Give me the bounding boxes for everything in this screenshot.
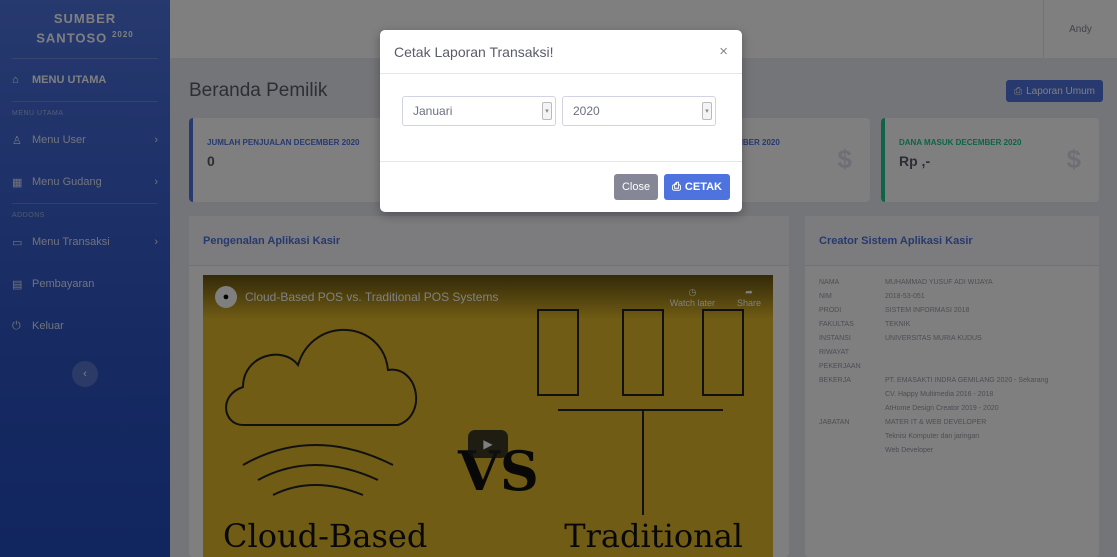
- modal-title: Cetak Laporan Transaksi!: [394, 43, 554, 60]
- modal-footer: Close ⎙ CETAK: [380, 161, 742, 212]
- close-button[interactable]: Close: [613, 174, 659, 200]
- select-arrow-icon: ▾: [542, 102, 552, 120]
- year-select-value: 2020: [573, 104, 600, 118]
- print-icon: ⎙: [672, 180, 681, 193]
- close-icon[interactable]: ×: [719, 43, 728, 60]
- month-select-value: Januari: [413, 104, 453, 118]
- print-button[interactable]: ⎙ CETAK: [664, 174, 730, 200]
- month-select[interactable]: Januari ▾: [402, 96, 556, 126]
- modal-header: Cetak Laporan Transaksi! ×: [380, 30, 742, 74]
- year-select[interactable]: 2020 ▾: [562, 96, 716, 126]
- print-report-modal: Cetak Laporan Transaksi! × Januari ▾ 202…: [380, 30, 742, 212]
- select-arrow-icon: ▾: [702, 102, 712, 120]
- modal-body: Januari ▾ 2020 ▾: [380, 74, 742, 161]
